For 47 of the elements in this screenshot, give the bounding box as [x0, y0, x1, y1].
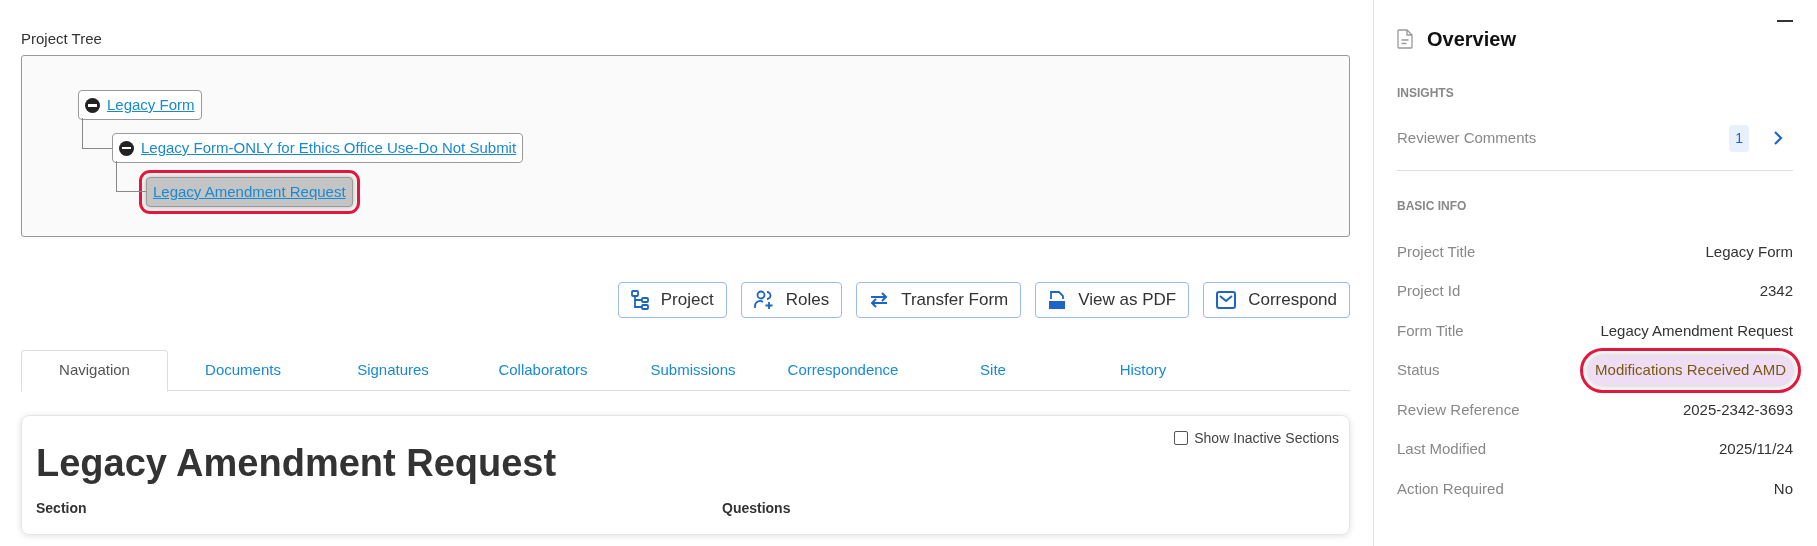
action-button[interactable]: Roles: [740, 281, 843, 318]
field-label: Status: [1397, 360, 1440, 380]
action-button[interactable]: View as PDF: [1035, 281, 1190, 318]
tab[interactable]: Correspondence: [768, 349, 918, 391]
column-header: Questions: [722, 498, 791, 518]
field-value: Legacy Amendment Request: [1600, 320, 1793, 341]
field-label: Last Modified: [1397, 439, 1487, 459]
field-value: 2342: [1759, 281, 1793, 301]
tab[interactable]: Navigation: [21, 349, 168, 392]
field-value: Legacy Form: [1705, 241, 1793, 262]
field-label: Form Title: [1397, 320, 1464, 341]
field-label: Project Title: [1397, 241, 1476, 262]
panel-title: Overview: [1427, 27, 1516, 52]
checkbox[interactable]: [1174, 431, 1189, 445]
collapse-icon[interactable]: [85, 97, 100, 113]
field-label: Review Reference: [1397, 399, 1520, 420]
hierarchy-icon: [630, 289, 649, 310]
tab[interactable]: Submissions: [618, 349, 768, 391]
chevron-right-icon[interactable]: [1773, 130, 1783, 146]
tab[interactable]: History: [1068, 349, 1218, 391]
section-heading: BASIC INFO: [1397, 198, 1468, 215]
project-tree-label: Project Tree: [21, 29, 103, 49]
form-title: Legacy Amendment Request: [36, 440, 557, 486]
pdf-file-icon: [1048, 289, 1067, 310]
column-header: Section: [36, 498, 88, 518]
tab[interactable]: Signatures: [318, 349, 468, 391]
tab[interactable]: Collaborators: [468, 349, 618, 391]
section-heading: INSIGHTS: [1397, 85, 1455, 102]
field-label: Action Required: [1397, 478, 1504, 499]
mail-icon: [1216, 290, 1237, 309]
action-button[interactable]: Correspond: [1203, 281, 1350, 318]
add-user-icon: [753, 289, 774, 310]
count-badge: 1: [1729, 124, 1749, 152]
document-icon: [1397, 29, 1413, 49]
tree-node[interactable]: Legacy Form: [78, 90, 202, 121]
field-value: No: [1773, 478, 1793, 499]
tab[interactable]: Site: [918, 349, 1068, 391]
collapse-icon[interactable]: [119, 140, 134, 156]
tab[interactable]: Documents: [168, 349, 318, 391]
field-value: 2025-2342-3693: [1682, 399, 1793, 420]
swap-arrows-icon: [869, 290, 890, 309]
field-value: 2025/11/24: [1719, 439, 1793, 459]
action-button[interactable]: Project: [617, 281, 727, 318]
field-label: Project Id: [1397, 281, 1461, 301]
action-button[interactable]: Transfer Form: [856, 281, 1022, 318]
item-label: Reviewer Comments: [1397, 127, 1538, 148]
tree-node[interactable]: Legacy Form-ONLY for Ethics Office Use-Do Not Submit: [112, 133, 524, 163]
